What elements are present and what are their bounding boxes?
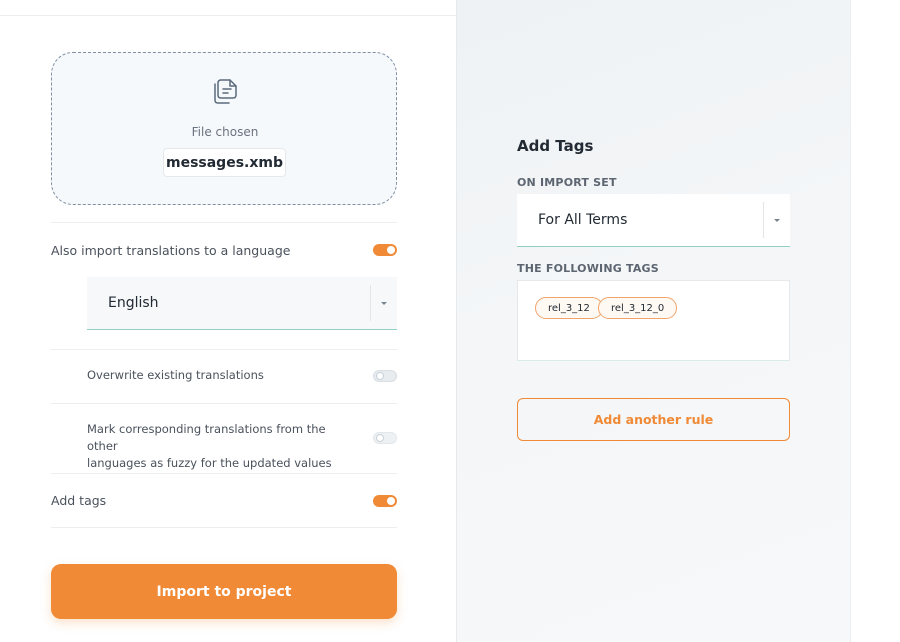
- following-tags-label: THE FOLLOWING TAGS: [517, 262, 659, 275]
- on-import-set-value: For All Terms: [538, 212, 628, 228]
- add-tags-label: Add tags: [51, 493, 107, 508]
- fuzzy-toggle[interactable]: [373, 432, 397, 444]
- language-select[interactable]: English: [87, 277, 397, 330]
- overwrite-label: Overwrite existing translations: [87, 368, 264, 382]
- on-import-set-label: ON IMPORT SET: [517, 176, 617, 189]
- fuzzy-label: Mark corresponding translations from the…: [87, 422, 332, 470]
- divider: [51, 473, 397, 474]
- page-edge: [850, 0, 900, 642]
- import-form-panel: File chosen messages.xmb Also import tra…: [0, 0, 456, 642]
- import-translations-label: Also import translations to a language: [51, 243, 291, 258]
- top-divider: [0, 15, 456, 16]
- add-tags-title: Add Tags: [517, 137, 594, 155]
- add-tags-toggle[interactable]: [373, 495, 397, 507]
- tag-chip[interactable]: rel_3_12_0: [598, 297, 678, 319]
- tags-input[interactable]: rel_3_12 rel_3_12_0: [517, 280, 790, 361]
- file-name-chip: messages.xmb: [163, 148, 286, 177]
- file-copy-icon: [214, 79, 237, 104]
- add-another-rule-button[interactable]: Add another rule: [517, 398, 790, 441]
- tag-chip[interactable]: rel_3_12: [535, 297, 603, 319]
- on-import-set-select[interactable]: For All Terms: [517, 194, 790, 247]
- divider: [51, 222, 397, 223]
- chevron-down-icon: [774, 219, 780, 222]
- tags-rule-panel: Add Tags ON IMPORT SET For All Terms THE…: [456, 0, 850, 642]
- divider: [51, 527, 397, 528]
- chevron-down-icon: [381, 302, 387, 305]
- language-select-value: English: [108, 295, 159, 311]
- overwrite-toggle[interactable]: [373, 370, 397, 382]
- divider: [51, 403, 397, 404]
- file-chosen-label: File chosen: [191, 125, 259, 139]
- import-translations-toggle[interactable]: [373, 244, 397, 256]
- import-to-project-button[interactable]: Import to project: [51, 564, 397, 619]
- file-dropzone[interactable]: File chosen messages.xmb: [51, 52, 397, 205]
- divider: [51, 349, 397, 350]
